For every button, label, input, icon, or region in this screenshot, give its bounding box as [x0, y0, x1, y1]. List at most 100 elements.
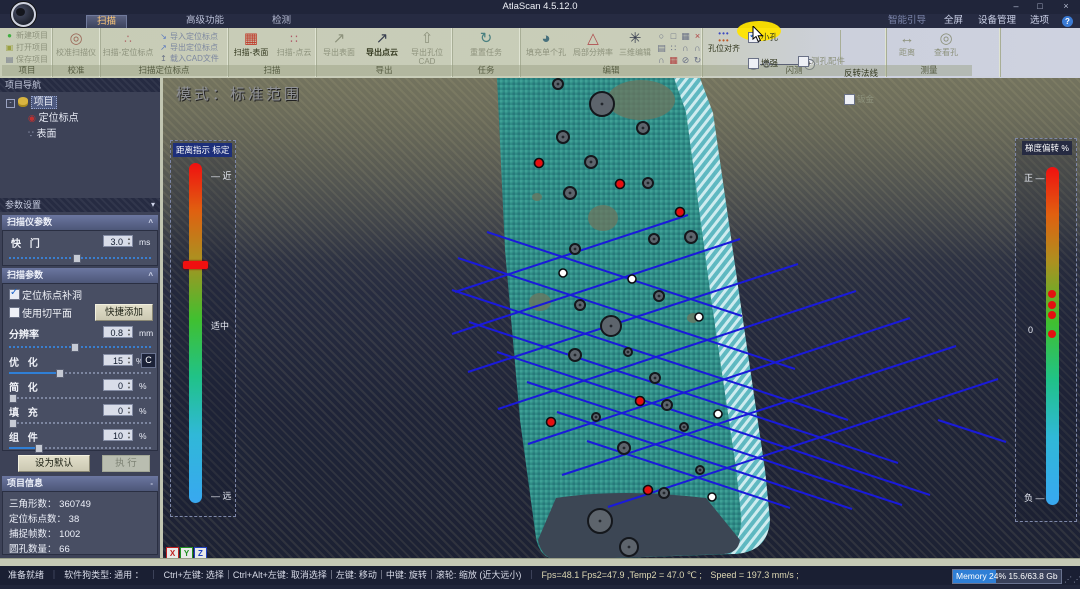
- shutter-slider[interactable]: [9, 257, 151, 259]
- tree-root-label[interactable]: 项目: [31, 96, 57, 109]
- axis-y-button[interactable]: Y: [180, 547, 193, 558]
- collapse-icon[interactable]: ^: [148, 268, 153, 283]
- scan-surface-button[interactable]: ▦ 扫描-表面: [230, 30, 272, 66]
- viewport-3d[interactable]: 模式：标准范围 距离指示 标定 — 近 适中 — 远 梯度偏转 % 正 — 0 …: [163, 78, 1080, 558]
- small-hole-option[interactable]: ✓ 小孔: [748, 31, 932, 43]
- tree-targets-label[interactable]: 定位标点: [39, 113, 79, 124]
- reset-task-button[interactable]: ↻ 重置任务: [464, 30, 508, 66]
- sheet-metal-checkbox[interactable]: [844, 94, 855, 105]
- red-marker[interactable]: [676, 208, 685, 217]
- export-surface-button[interactable]: ↗ 导出表面: [318, 30, 360, 66]
- collapse-icon[interactable]: ▾: [151, 198, 155, 212]
- white-marker[interactable]: [714, 410, 722, 418]
- collapse-icon[interactable]: -: [150, 476, 153, 491]
- scan-params-header[interactable]: 扫描参数^: [2, 268, 158, 283]
- spinner-icon[interactable]: ▲▼: [124, 405, 131, 415]
- edit-3d-button[interactable]: ✳ 三维编辑: [616, 30, 654, 66]
- fill-value-box[interactable]: 0▲▼: [103, 404, 133, 416]
- menu-smart-guide[interactable]: 智能引导: [888, 14, 926, 28]
- spinner-icon[interactable]: ▲▼: [124, 236, 131, 246]
- help-icon[interactable]: ?: [1062, 16, 1073, 27]
- white-marker[interactable]: [559, 269, 567, 277]
- fill-slider[interactable]: [9, 422, 151, 424]
- resolution-slider[interactable]: [9, 346, 151, 348]
- optimize-value-box[interactable]: 15▲▼: [103, 354, 133, 366]
- spinner-icon[interactable]: ▲▼: [124, 355, 131, 365]
- simplify-slider-thumb[interactable]: [9, 394, 17, 403]
- fill-slider-thumb[interactable]: [9, 419, 17, 428]
- collapse-icon[interactable]: ^: [148, 215, 153, 230]
- spinner-icon[interactable]: ▲▼: [124, 380, 131, 390]
- load-cad-button[interactable]: 载入CAD文件: [170, 53, 219, 64]
- probe-checkbox[interactable]: [798, 56, 809, 67]
- spinner-icon[interactable]: ▲▼: [124, 430, 131, 440]
- component-slider-thumb[interactable]: [35, 444, 43, 453]
- simplify-value-box[interactable]: 0▲▼: [103, 379, 133, 391]
- menu-options[interactable]: 选项: [1030, 14, 1049, 28]
- red-marker[interactable]: [616, 180, 625, 189]
- import-targets-button[interactable]: 导入定位标点: [170, 31, 218, 42]
- shutter-slider-thumb[interactable]: [73, 254, 81, 263]
- close-button[interactable]: ×: [1058, 0, 1074, 12]
- tab-advanced[interactable]: 高级功能: [176, 14, 234, 28]
- project-info-header[interactable]: 项目信息-: [2, 476, 158, 491]
- tree-root-project[interactable]: - 项目: [6, 96, 57, 109]
- ellipse-select-icon[interactable]: ○: [656, 31, 667, 42]
- red-marker[interactable]: [644, 486, 653, 495]
- tree-item-surface[interactable]: ∵ 表面: [28, 128, 57, 141]
- new-project-button[interactable]: 新建项目: [16, 30, 48, 41]
- maximize-button[interactable]: □: [1032, 0, 1048, 12]
- export-targets-button[interactable]: 导出定位标点: [170, 42, 218, 53]
- red-marker[interactable]: [636, 397, 645, 406]
- scan-pointcloud-button[interactable]: ∷ 扫描-点云: [273, 30, 315, 66]
- resolution-value-box[interactable]: 0.8▲▼: [103, 326, 133, 338]
- tree-collapse-icon[interactable]: -: [6, 99, 15, 108]
- scan-targets-button[interactable]: ∴ 扫描-定位标点: [102, 30, 154, 66]
- red-marker[interactable]: [535, 159, 544, 168]
- cut-plane-checkbox[interactable]: [9, 307, 20, 318]
- tree-surface-label[interactable]: 表面: [37, 129, 57, 140]
- spinner-icon[interactable]: ▲▼: [124, 327, 131, 337]
- tab-scan[interactable]: 扫描: [86, 15, 127, 29]
- resize-grip-icon[interactable]: ⋰⋰: [1064, 570, 1080, 589]
- distance-marker[interactable]: [183, 261, 208, 269]
- tree-item-targets[interactable]: ◉ 定位标点: [28, 112, 79, 125]
- red-marker[interactable]: [547, 418, 556, 427]
- fill-hole-button[interactable]: ◕ 填充单个孔: [522, 30, 570, 66]
- axis-z-button[interactable]: Z: [194, 547, 207, 558]
- shutter-value-box[interactable]: 3.0▲▼: [103, 235, 133, 247]
- menu-fullscreen[interactable]: 全屏: [944, 14, 963, 28]
- axis-x-button[interactable]: X: [166, 547, 179, 558]
- rect-select-icon[interactable]: □: [668, 31, 679, 42]
- simplify-slider[interactable]: [9, 397, 151, 399]
- component-value-box[interactable]: 10▲▼: [103, 429, 133, 441]
- dots-select-icon[interactable]: ∷: [668, 43, 679, 54]
- enhance-checkbox[interactable]: [748, 58, 759, 69]
- invert-normals-button[interactable]: 反转法线: [844, 67, 1028, 79]
- minimize-button[interactable]: –: [1008, 0, 1024, 12]
- refresh-button[interactable]: C: [141, 353, 156, 368]
- run-button[interactable]: 执 行: [102, 455, 150, 472]
- resolution-slider-thumb[interactable]: [71, 343, 79, 352]
- sheet-metal-option[interactable]: 钣金: [844, 93, 1028, 105]
- brush-select-icon[interactable]: ∩: [680, 43, 691, 54]
- local-resolution-button[interactable]: △ 局部分辨率: [570, 30, 616, 66]
- optimize-slider[interactable]: [9, 372, 151, 374]
- marker-fill-option[interactable]: ✓ 定位标点补洞: [9, 288, 82, 300]
- scanner-params-header[interactable]: 扫描仪参数^: [2, 215, 158, 230]
- set-default-button[interactable]: 设为默认: [18, 455, 90, 472]
- menu-device-manager[interactable]: 设备管理: [978, 14, 1016, 28]
- white-marker[interactable]: [695, 313, 703, 321]
- export-hole-cad-button[interactable]: ⇧ 导出孔位CAD: [404, 30, 450, 66]
- probe-option[interactable]: 测孔配件: [798, 55, 982, 67]
- export-pointcloud-button[interactable]: ↗ 导出点云: [361, 30, 403, 66]
- open-project-button[interactable]: 打开项目: [16, 42, 48, 53]
- optimize-slider-thumb[interactable]: [56, 369, 64, 378]
- hole-align-button[interactable]: ••• ••• 孔位对齐: [704, 30, 744, 66]
- quick-add-button[interactable]: 快捷添加: [95, 304, 153, 321]
- calibrate-scanner-button[interactable]: ◎ 校准扫描仪: [54, 30, 98, 66]
- white-marker[interactable]: [708, 493, 716, 501]
- row-select-icon[interactable]: ▤: [656, 43, 667, 54]
- tab-inspect[interactable]: 检测: [262, 14, 301, 28]
- save-project-button[interactable]: 保存项目: [16, 54, 48, 65]
